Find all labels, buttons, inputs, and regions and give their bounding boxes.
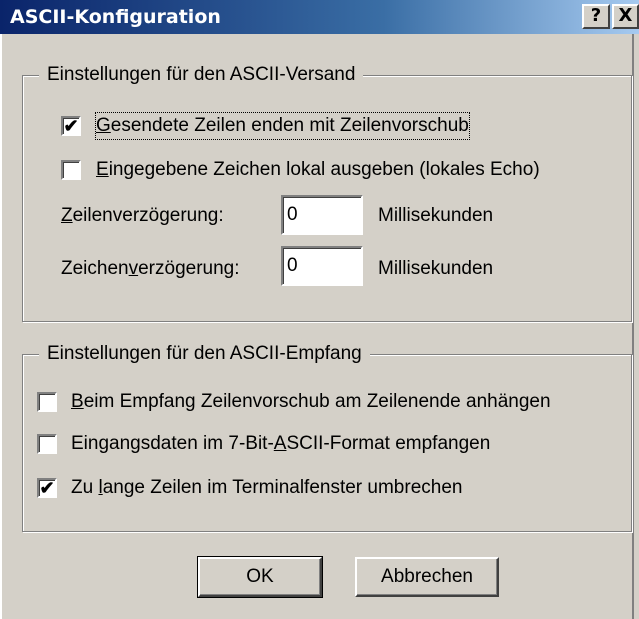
char-delay-label: Zeichenverzögerung: [61, 258, 240, 279]
ascii-receive-legend: Einstellungen für den ASCII-Empfang [39, 341, 370, 367]
wrap-lines-label[interactable]: Zu lange Zeilen im Terminalfenster umbre… [71, 475, 462, 501]
append-linefeed-checkbox[interactable] [37, 392, 57, 412]
ok-button[interactable]: OK [197, 556, 323, 598]
seven-bit-label[interactable]: Eingangsdaten im 7-Bit-ASCII-Format empf… [71, 431, 490, 457]
ascii-receive-group: Einstellungen für den ASCII-Empfang Beim… [22, 341, 632, 532]
cancel-button[interactable]: Abbrechen [355, 557, 499, 597]
help-button[interactable]: ? [582, 4, 610, 29]
window-title: ASCII-Konfiguration [10, 6, 221, 28]
line-delay-input[interactable] [281, 195, 363, 235]
window-frame-right [632, 34, 634, 619]
close-button[interactable]: X [612, 4, 639, 29]
ascii-send-legend: Einstellungen für den ASCII-Versand [39, 62, 364, 88]
title-bar: ASCII-Konfiguration ? X [0, 0, 639, 34]
seven-bit-checkbox[interactable] [37, 434, 57, 454]
window-frame-left [0, 34, 2, 619]
append-linefeed-label[interactable]: Beim Empfang Zeilenvorschub am Zeilenend… [71, 389, 551, 415]
line-delay-label: Zeilenverzögerung: [61, 205, 224, 226]
local-echo-label[interactable]: Eingegebene Zeichen lokal ausgeben (loka… [96, 157, 540, 183]
linefeed-label[interactable]: Gesendete Zeilen enden mit Zeilenvorschu… [95, 112, 470, 140]
char-delay-input[interactable] [281, 246, 363, 286]
local-echo-checkbox[interactable] [61, 160, 81, 180]
linefeed-checkbox[interactable]: ✔ [61, 116, 81, 136]
line-delay-unit: Millisekunden [378, 205, 494, 226]
ascii-send-group: Einstellungen für den ASCII-Versand ✔ Ge… [22, 62, 632, 322]
char-delay-unit: Millisekunden [378, 258, 494, 279]
wrap-lines-checkbox[interactable]: ✔ [37, 478, 57, 498]
